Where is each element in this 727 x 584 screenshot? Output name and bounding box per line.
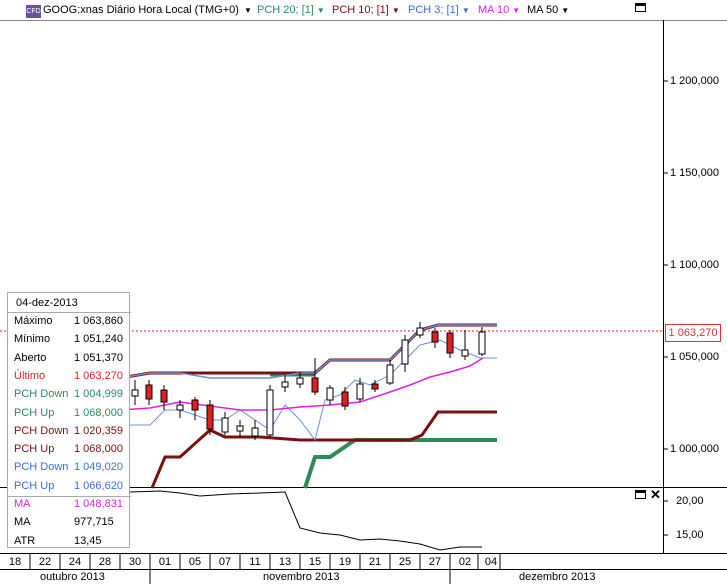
data-window-row: MA 977,715 bbox=[8, 514, 131, 532]
data-window-row-value: 1 066,620 bbox=[74, 479, 123, 492]
data-window-row: PCH Up 1 068,000 bbox=[8, 405, 131, 423]
data-window-row-label: Aberto bbox=[14, 351, 47, 364]
data-window-row-label: MA bbox=[14, 498, 31, 510]
data-window-row: PCH Down 1 004,999 bbox=[8, 386, 131, 404]
day-label: 24 bbox=[68, 556, 82, 568]
data-window-row-value: 1 004,999 bbox=[74, 388, 123, 401]
day-label: 13 bbox=[278, 556, 292, 568]
day-label: 30 bbox=[128, 556, 142, 568]
price-label: 1 200,000 bbox=[670, 75, 719, 87]
day-label: 27 bbox=[428, 556, 442, 568]
data-window-row-label: PCH Up bbox=[14, 443, 55, 456]
last-price-label: 1 063,270 bbox=[665, 324, 721, 342]
data-window-row: Mínimo 1 051,240 bbox=[8, 331, 131, 349]
data-window-date: 04-dez-2013 bbox=[16, 297, 78, 309]
atr-axis-label: 20,00 bbox=[676, 495, 704, 507]
data-window-row-value: 1 051,240 bbox=[74, 333, 123, 346]
data-window-row: Último 1 063,270 bbox=[8, 368, 131, 386]
day-label: 21 bbox=[368, 556, 382, 568]
data-window-row-label: PCH Down bbox=[14, 424, 69, 437]
chevron-down-icon: ▼ bbox=[561, 6, 570, 15]
day-label: 15 bbox=[308, 556, 322, 568]
data-window-row-value: 1 063,270 bbox=[74, 369, 123, 382]
data-window-row-value: 1 049,020 bbox=[74, 461, 123, 474]
price-label: 1 100,000 bbox=[670, 259, 719, 271]
data-window-row-label: MA bbox=[14, 516, 31, 529]
day-label: 19 bbox=[338, 556, 352, 568]
indicator-ma10[interactable]: MA 10 ▼ bbox=[478, 4, 520, 16]
subpane-maximize-icon[interactable] bbox=[635, 490, 646, 499]
cfd-badge-icon: CFD bbox=[26, 5, 41, 18]
indicator-ma10-label: MA 10 bbox=[478, 4, 510, 16]
data-window-row: PCH Down 1 020,359 bbox=[8, 423, 131, 441]
data-window-row: PCH Up 1 066,620 bbox=[8, 478, 131, 496]
data-window-row-value: 1 068,000 bbox=[74, 406, 123, 419]
subpane-close-icon[interactable]: ✕ bbox=[650, 487, 661, 503]
day-label: 04 bbox=[484, 556, 498, 568]
data-window-row: PCH Up 1 068,000 bbox=[8, 441, 131, 459]
symbol-title[interactable]: GOOG:xnas Diário Hora Local (TMG+0) bbox=[43, 4, 239, 16]
month-label: outubro 2013 bbox=[40, 571, 105, 583]
chevron-down-icon: ▼ bbox=[316, 6, 325, 15]
data-window: 04-dez-2013 Máximo 1 063,860 Mínimo 1 051,2… bbox=[7, 292, 131, 551]
data-window-row: Máximo 1 063,860 bbox=[8, 313, 131, 331]
data-window-row: ATR 13,45 bbox=[8, 533, 131, 551]
data-window-row-value: 977,715 bbox=[74, 516, 114, 529]
day-label: 25 bbox=[398, 556, 412, 568]
data-window-row-label: PCH Up bbox=[14, 406, 55, 419]
maximize-icon[interactable] bbox=[635, 3, 646, 12]
data-window-row-label: ATR bbox=[14, 534, 36, 547]
data-window-row-label: Último bbox=[14, 369, 46, 382]
pch3-up-line bbox=[119, 324, 497, 379]
data-window-row-label: PCH Down bbox=[14, 461, 69, 474]
day-label: 01 bbox=[158, 556, 172, 568]
chevron-down-icon: ▼ bbox=[461, 6, 470, 15]
data-window-row-label: Máximo bbox=[14, 315, 53, 327]
price-label: 1 050,000 bbox=[670, 351, 719, 363]
indicator-pch20-label: PCH 20; [1] bbox=[257, 4, 314, 16]
data-window-row-label: PCH Up bbox=[14, 479, 55, 492]
data-window-row-value: 1 020,359 bbox=[74, 424, 123, 437]
day-label: 05 bbox=[188, 556, 202, 568]
month-label: dezembro 2013 bbox=[519, 571, 596, 583]
indicator-pch20[interactable]: PCH 20; [1] ▼ bbox=[257, 4, 325, 16]
pch10-down-line bbox=[150, 410, 497, 489]
data-window-row: Aberto 1 051,370 bbox=[8, 350, 131, 368]
data-window-row-value: 1 048,831 bbox=[74, 498, 123, 510]
chevron-down-icon: ▼ bbox=[391, 6, 400, 15]
day-label: 07 bbox=[218, 556, 232, 568]
atr-line bbox=[129, 490, 482, 551]
day-label: 28 bbox=[98, 556, 112, 568]
price-label: 1 150,000 bbox=[670, 167, 719, 179]
price-label: 1 000,000 bbox=[670, 443, 719, 455]
data-window-row-value: 13,45 bbox=[74, 534, 102, 547]
data-window-row-value: 1 051,370 bbox=[74, 351, 123, 364]
indicator-ma50[interactable]: MA 50 ▼ bbox=[527, 4, 569, 16]
indicator-pch3[interactable]: PCH 3; [1] ▼ bbox=[408, 4, 470, 16]
indicator-pch10-label: PCH 10; [1] bbox=[332, 4, 389, 16]
data-window-row-value: 1 063,860 bbox=[74, 315, 123, 327]
symbol-dropdown-icon[interactable]: ▼ bbox=[244, 4, 252, 16]
data-window-row-label: Mínimo bbox=[14, 333, 51, 346]
atr-axis-label: 15,00 bbox=[676, 529, 704, 541]
day-label: 11 bbox=[249, 556, 261, 568]
chevron-down-icon: ▼ bbox=[512, 6, 521, 15]
indicator-pch10[interactable]: PCH 10; [1] ▼ bbox=[332, 4, 400, 16]
day-label: 22 bbox=[38, 556, 52, 568]
indicator-pch3-label: PCH 3; [1] bbox=[408, 4, 459, 16]
pch20-down-line bbox=[303, 438, 497, 489]
data-window-row-value: 1 068,000 bbox=[74, 443, 123, 456]
chart-header: CFD GOOG:xnas Diário Hora Local (TMG+0) … bbox=[0, 0, 727, 20]
month-label: novembro 2013 bbox=[263, 571, 340, 583]
day-label: 18 bbox=[8, 556, 22, 568]
data-window-row-label: PCH Down bbox=[14, 388, 69, 401]
data-window-row: PCH Down 1 049,020 bbox=[8, 459, 131, 477]
indicator-ma50-label: MA 50 bbox=[527, 4, 559, 16]
data-window-row: MA 1 048,831 bbox=[8, 496, 131, 514]
pch10-up-line bbox=[119, 323, 497, 380]
